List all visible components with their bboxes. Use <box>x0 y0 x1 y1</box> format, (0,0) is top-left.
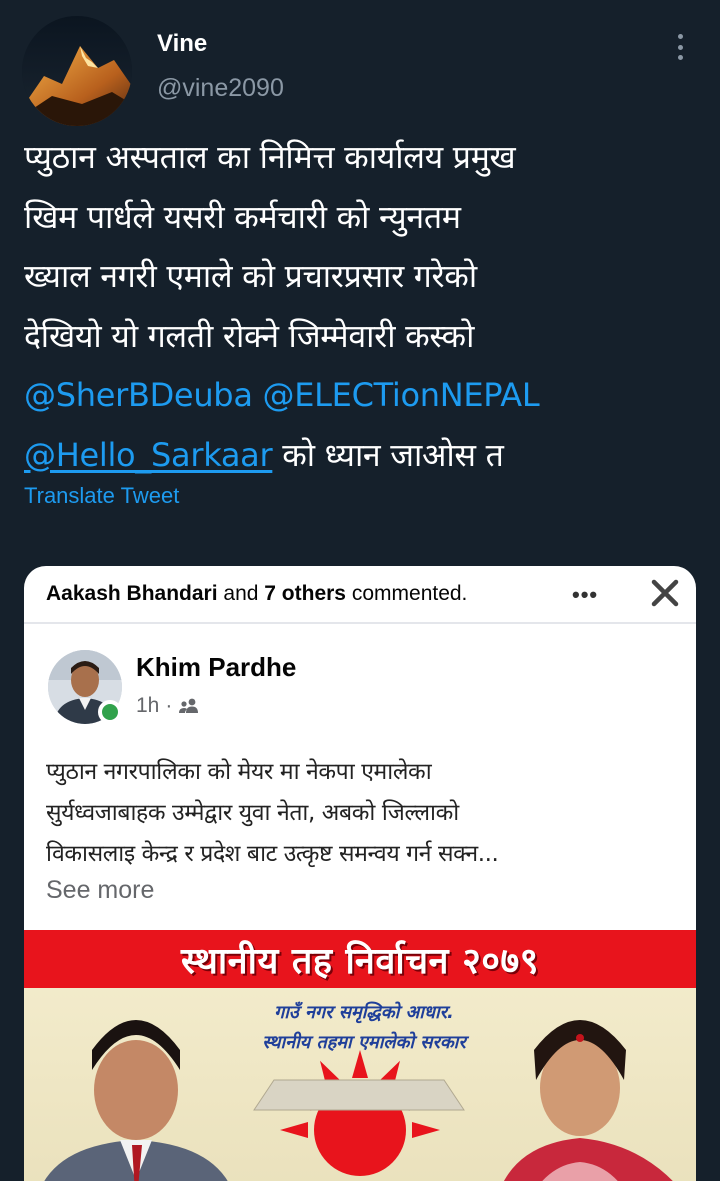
see-more-link[interactable]: See more <box>46 876 154 905</box>
author-handle[interactable]: @vine2090 <box>157 74 284 103</box>
commenter-name[interactable]: Aakash Bhandari <box>46 582 218 605</box>
comment-summary: Aakash Bhandari and 7 others commented. <box>46 582 467 606</box>
mention-link[interactable]: @ELECTionNEPAL <box>263 376 540 414</box>
poster-title: स्थानीय तह निर्वाचन २०७९ <box>181 940 539 982</box>
poster-slogan: स्थानीय तहमा एमालेको सरकार <box>262 1032 466 1053</box>
online-status-dot <box>98 700 122 724</box>
summary-action: commented. <box>351 582 468 605</box>
post-line: प्युठान नगरपालिका को मेयर मा नेकपा एमाले… <box>46 759 432 785</box>
post-line: सुर्यध्वजाबाहक उम्मेद्वार युवा नेता, अबक… <box>46 800 459 826</box>
post-line: विकासलाइ केन्द्र र प्रदेश बाट उत्कृष्ट स… <box>46 841 499 867</box>
translate-tweet-link[interactable]: Translate Tweet <box>24 483 179 509</box>
poster-banner: स्थानीय तह निर्वाचन २०७९ <box>24 930 696 988</box>
tweet-line: देखियो यो गलती रोक्ने जिम्मेवारी कस्को <box>24 316 475 355</box>
tweet-line: प्युठान अस्पताल का निमित्त कार्यालय प्रम… <box>24 138 516 176</box>
mention-link[interactable]: @SherBDeuba <box>24 376 253 414</box>
author-name[interactable]: Vine <box>157 30 207 58</box>
card-header: Aakash Bhandari and 7 others commented. … <box>24 566 696 624</box>
tweet-tail-text: को ध्यान जाओस त <box>282 435 504 474</box>
more-vertical-icon[interactable] <box>668 30 692 64</box>
tweet-text: प्युठान अस्पताल का निमित्त कार्यालय प्रम… <box>24 128 714 485</box>
tweet-line: @SherBDeuba @ELECTionNEPAL <box>24 366 714 426</box>
mention-link[interactable]: @Hello_Sarkaar <box>24 436 273 474</box>
tweet-line: @Hello_Sarkaar को ध्यान जाओस त <box>24 426 714 486</box>
others-count[interactable]: 7 others <box>264 582 346 605</box>
post-author-name[interactable]: Khim Pardhe <box>136 652 296 683</box>
meta-separator: · <box>165 694 173 717</box>
post-text: प्युठान नगरपालिका को मेयर मा नेकपा एमाले… <box>46 752 686 875</box>
post-meta: 1h · <box>136 694 200 718</box>
tweet-line: ख्याल नगरी एमाले को प्रचारप्रसार गरेको <box>24 257 477 295</box>
tweet-line: खिम पार्धले यसरी कर्मचारी को न्युनतम <box>24 197 461 236</box>
summary-joiner: and <box>223 582 259 605</box>
friends-icon <box>179 698 199 713</box>
post-time[interactable]: 1h <box>136 694 159 718</box>
more-horizontal-icon[interactable]: ••• <box>572 582 598 608</box>
poster-slogan: गाउँ नगर समृद्धिको आधार. <box>274 1002 454 1023</box>
close-icon[interactable] <box>648 576 682 610</box>
embedded-image-card[interactable]: Aakash Bhandari and 7 others commented. … <box>24 566 696 1181</box>
campaign-poster: स्थानीय तह निर्वाचन २०७९ गाउँ नगर समृद्ध… <box>24 930 696 1181</box>
author-avatar[interactable] <box>22 16 132 126</box>
